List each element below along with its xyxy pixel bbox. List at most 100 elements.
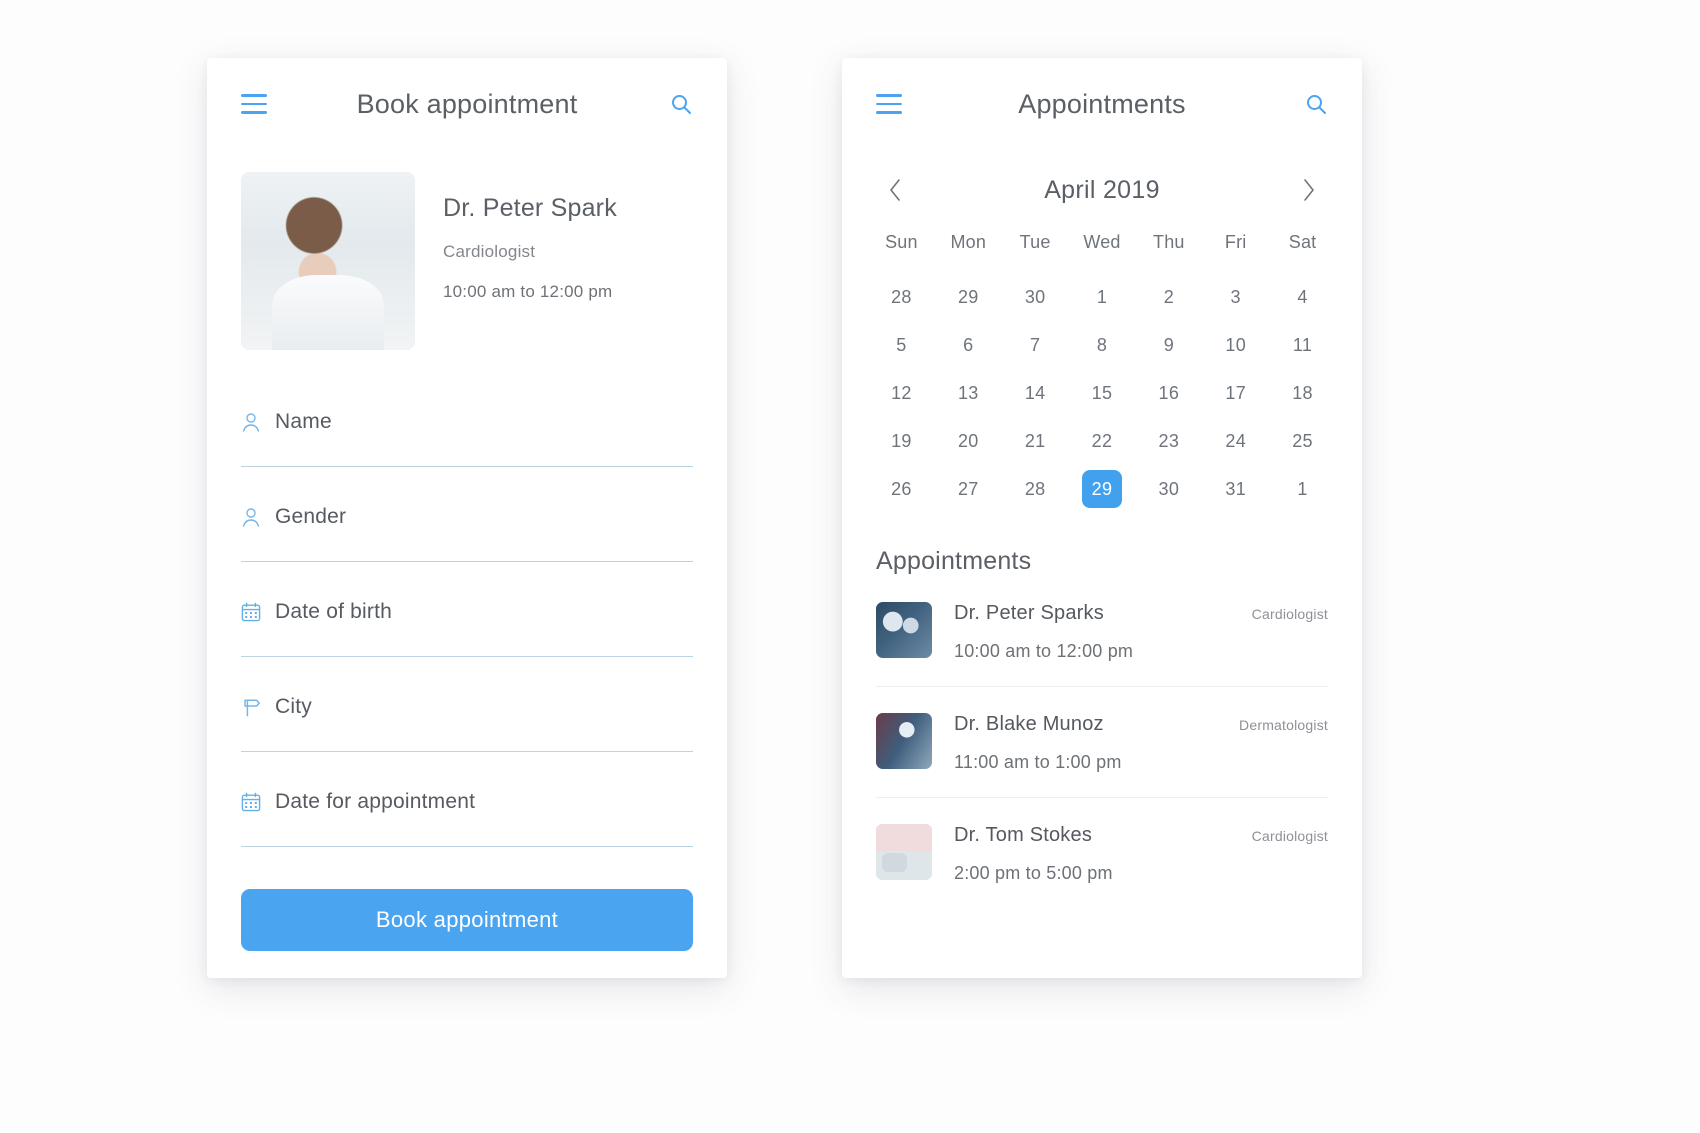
calendar-day-number: 11 <box>1292 334 1313 355</box>
calendar-day-cell[interactable]: 18 <box>1269 369 1336 417</box>
calendar-day-cell[interactable]: 20 <box>935 417 1002 465</box>
calendar-day-cell[interactable]: 24 <box>1202 417 1269 465</box>
calendar-day-cell[interactable]: 16 <box>1135 369 1202 417</box>
field-label: Date of birth <box>275 600 392 623</box>
calendar-header: April 2019 <box>842 150 1362 208</box>
table-row[interactable]: Dr. Tom Stokes 2:00 pm to 5:00 pm Cardio… <box>876 798 1328 908</box>
doctor-details: Dr. Peter Spark Cardiologist 10:00 am to… <box>415 172 617 350</box>
user-icon <box>241 507 275 528</box>
calendar-day-number: 29 <box>957 286 979 307</box>
calendar-icon <box>241 602 275 622</box>
user-icon <box>241 412 275 433</box>
field-label: Date for appointment <box>275 790 476 813</box>
calendar-day-number: 24 <box>1225 430 1247 451</box>
calendar-day-cell[interactable]: 22 <box>1069 417 1136 465</box>
calendar-day-cell[interactable]: 30 <box>1135 465 1202 513</box>
calendar-day-cell[interactable]: 28 <box>868 273 935 321</box>
calendar-day-name: Sun <box>885 232 918 252</box>
book-appointment-screen: Book appointment Dr. Peter Spark Cardiol… <box>207 58 727 978</box>
doctor-photo <box>241 172 415 350</box>
calendar-day-cell[interactable]: 29 <box>935 273 1002 321</box>
appointments-screen: Appointments April 2019 Sun Mon Tue Wed … <box>842 58 1362 978</box>
book-appointment-button[interactable]: Book appointment <box>241 889 693 951</box>
calendar-day-cell[interactable]: 15 <box>1069 369 1136 417</box>
avatar <box>876 602 932 658</box>
appointment-specialty: Cardiologist <box>1251 828 1328 844</box>
table-row[interactable]: Dr. Blake Munoz 11:00 am to 1:00 pm Derm… <box>876 687 1328 798</box>
appointment-time: 10:00 am to 12:00 pm <box>954 641 1134 661</box>
field-underline <box>241 846 693 847</box>
calendar-day-name: Wed <box>1083 232 1121 252</box>
field-gender[interactable]: Gender <box>241 467 693 562</box>
avatar <box>876 824 932 880</box>
calendar-day-cell[interactable]: 27 <box>935 465 1002 513</box>
calendar-day-cell[interactable]: 31 <box>1202 465 1269 513</box>
calendar-day-cell[interactable]: 25 <box>1269 417 1336 465</box>
field-city[interactable]: City <box>241 657 693 752</box>
calendar-day-number: 30 <box>1024 286 1046 307</box>
field-date-of-birth[interactable]: Date of birth <box>241 562 693 657</box>
calendar-day-number: 27 <box>957 478 979 499</box>
calendar-day-cell[interactable]: 5 <box>868 321 935 369</box>
calendar-day-cell[interactable]: 19 <box>868 417 935 465</box>
calendar-day-number: 9 <box>1163 334 1174 355</box>
calendar-day-cell[interactable]: 28 <box>1002 465 1069 513</box>
field-name[interactable]: Name <box>241 372 693 467</box>
calendar-day-cell[interactable]: 9 <box>1135 321 1202 369</box>
calendar-day-number: 10 <box>1225 334 1247 355</box>
calendar-day-cell[interactable]: 14 <box>1002 369 1069 417</box>
chevron-right-icon[interactable] <box>1296 172 1322 208</box>
calendar-day-cell[interactable]: 26 <box>868 465 935 513</box>
field-label: Name <box>275 410 332 433</box>
calendar-day-number: 21 <box>1024 430 1046 451</box>
calendar-day-number: 16 <box>1158 382 1180 403</box>
right-topbar: Appointments <box>842 58 1362 150</box>
search-icon[interactable] <box>669 92 693 116</box>
calendar-day-name: Thu <box>1153 232 1185 252</box>
appointment-specialty: Cardiologist <box>1251 606 1328 622</box>
calendar-day-cell[interactable]: 1 <box>1069 273 1136 321</box>
calendar-day-number: 23 <box>1158 430 1180 451</box>
calendar-day-cell[interactable]: 17 <box>1202 369 1269 417</box>
calendar-day-number: 28 <box>1024 478 1046 499</box>
field-label: City <box>275 695 312 718</box>
calendar-day-cell[interactable]: 12 <box>868 369 935 417</box>
avatar <box>876 713 932 769</box>
search-icon[interactable] <box>1304 92 1328 116</box>
calendar-day-cell[interactable]: 29 <box>1069 465 1136 513</box>
appointment-time: 2:00 pm to 5:00 pm <box>954 863 1113 883</box>
calendar-day-cell[interactable]: 10 <box>1202 321 1269 369</box>
calendar-day-cell[interactable]: 7 <box>1002 321 1069 369</box>
calendar-day-number: 31 <box>1225 478 1247 499</box>
appointment-doctor-name: Dr. Tom Stokes <box>954 824 1093 846</box>
calendar-day-cell[interactable]: 30 <box>1002 273 1069 321</box>
calendar-icon <box>241 792 275 812</box>
calendar-day-cell[interactable]: 6 <box>935 321 1002 369</box>
calendar-day-number: 8 <box>1096 334 1108 355</box>
table-row[interactable]: Dr. Peter Sparks 10:00 am to 12:00 pm Ca… <box>876 576 1328 687</box>
calendar-day-name: Fri <box>1224 232 1247 252</box>
calendar-day-number: 7 <box>1029 334 1041 355</box>
field-date-for-appointment[interactable]: Date for appointment <box>241 752 693 847</box>
chevron-left-icon[interactable] <box>882 172 908 208</box>
appointment-specialty: Dermatologist <box>1239 717 1328 733</box>
calendar-day-cell[interactable]: 3 <box>1202 273 1269 321</box>
calendar-day-cell[interactable]: 2 <box>1135 273 1202 321</box>
calendar-day-cell[interactable]: 13 <box>935 369 1002 417</box>
appointments-title: Appointments <box>876 547 1032 575</box>
calendar-day-number: 17 <box>1225 382 1247 403</box>
doctor-specialty: Cardiologist <box>443 242 536 261</box>
calendar-day-cell[interactable]: 8 <box>1069 321 1136 369</box>
appointment-doctor-name: Dr. Peter Sparks <box>954 602 1104 624</box>
calendar-day-cell[interactable]: 23 <box>1135 417 1202 465</box>
calendar-day-cell[interactable]: 4 <box>1269 273 1336 321</box>
page-title: Appointments <box>1018 88 1186 119</box>
appointment-doctor-name: Dr. Blake Munoz <box>954 713 1104 735</box>
hamburger-menu-icon[interactable] <box>241 94 267 114</box>
calendar-day-cell[interactable]: 1 <box>1269 465 1336 513</box>
calendar-day-number: 25 <box>1292 430 1313 451</box>
calendar-day-cell[interactable]: 11 <box>1269 321 1336 369</box>
calendar-day-number: 12 <box>891 382 912 403</box>
hamburger-menu-icon[interactable] <box>876 94 902 114</box>
calendar-day-cell[interactable]: 21 <box>1002 417 1069 465</box>
